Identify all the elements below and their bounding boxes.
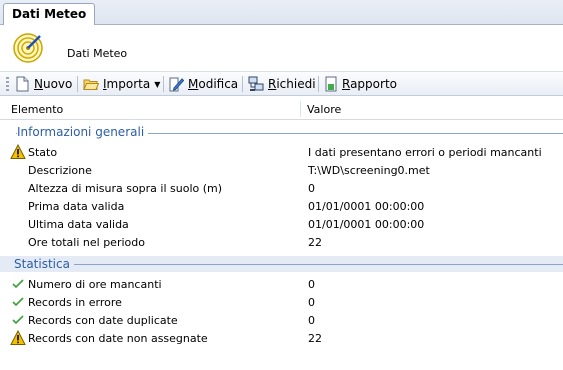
table-row[interactable]: Altezza di misura sopra il suolo (m) 0: [0, 179, 563, 197]
panel-header: Dati Meteo: [0, 25, 563, 71]
table-row[interactable]: Ultima data valida 01/01/0001 00:00:00: [0, 215, 563, 233]
row-value: 01/01/0001 00:00:00: [308, 218, 425, 231]
report-button-label: Rapporto: [342, 77, 397, 91]
edit-icon: [169, 77, 184, 92]
edit-button[interactable]: Modifica: [169, 75, 238, 93]
grid-column-header: Elemento Valore: [0, 98, 563, 120]
tab-strip: Dati Meteo: [0, 0, 563, 25]
column-header-value[interactable]: Valore: [307, 103, 341, 116]
toolbar-grip[interactable]: [6, 77, 9, 91]
row-name: Ultima data valida: [28, 218, 129, 231]
new-document-icon: [16, 76, 29, 92]
toolbar-separator: [77, 76, 78, 92]
request-button-label: Richiedi: [268, 77, 316, 91]
row-name: Records con date non assegnate: [28, 332, 208, 345]
new-button-label: Nuovo: [34, 77, 73, 91]
toolbar-separator: [163, 76, 164, 92]
folder-open-icon: [83, 79, 99, 90]
tab-dati-meteo[interactable]: Dati Meteo: [3, 3, 95, 25]
row-value: 22: [308, 236, 322, 249]
row-value: 0: [308, 278, 315, 291]
warning-icon: [10, 330, 26, 345]
chevron-down-icon[interactable]: ▼: [154, 80, 160, 89]
warning-icon: [10, 144, 26, 159]
new-button[interactable]: Nuovo: [15, 75, 72, 93]
network-request-icon: [248, 76, 264, 91]
group-title: Informazioni generali: [17, 125, 149, 139]
table-row[interactable]: Numero di ore mancanti 0: [0, 275, 563, 293]
row-value: 0: [308, 182, 315, 195]
table-row[interactable]: Prima data valida 01/01/0001 00:00:00: [0, 197, 563, 215]
row-name: Stato: [28, 146, 58, 159]
group-header-statistics[interactable]: Statistica: [0, 256, 563, 272]
row-name: Prima data valida: [28, 200, 125, 213]
row-value: I dati presentano errori o periodi manca…: [308, 146, 542, 159]
check-icon: [12, 297, 24, 307]
row-name: Altezza di misura sopra il suolo (m): [28, 182, 223, 195]
radar-target-icon: [13, 33, 43, 63]
table-row[interactable]: Ore totali nel periodo 22: [0, 233, 563, 251]
row-value: 01/01/0001 00:00:00: [308, 200, 425, 213]
table-row[interactable]: Records con date duplicate 0: [0, 311, 563, 329]
row-name: Ore totali nel periodo: [28, 236, 145, 249]
report-button[interactable]: Rapporto: [324, 75, 397, 93]
row-name: Records in errore: [28, 296, 122, 309]
row-name: Descrizione: [28, 164, 92, 177]
toolbar-separator: [318, 76, 319, 92]
row-value: 0: [308, 314, 315, 327]
column-divider[interactable]: [300, 101, 301, 117]
column-header-element[interactable]: Elemento: [11, 103, 63, 116]
edit-button-label: Modifica: [188, 77, 239, 91]
table-row[interactable]: Records con date non assegnate 22: [0, 329, 563, 347]
row-name: Numero di ore mancanti: [28, 278, 162, 291]
row-name: Records con date duplicate: [28, 314, 178, 327]
import-button-label: Importa: [103, 77, 151, 91]
table-row[interactable]: Records in errore 0: [0, 293, 563, 311]
group-divider-line: [16, 264, 563, 265]
report-icon: [325, 76, 337, 92]
request-button[interactable]: Richiedi: [248, 75, 316, 93]
toolbar-separator: [242, 76, 243, 92]
row-value: T:\WD\screening0.met: [308, 164, 430, 177]
row-value: 22: [308, 332, 322, 345]
check-icon: [12, 315, 24, 325]
table-row[interactable]: Stato I dati presentano errori o periodi…: [0, 143, 563, 161]
panel-title: Dati Meteo: [67, 47, 128, 60]
table-row[interactable]: Descrizione T:\WD\screening0.met: [0, 161, 563, 179]
row-value: 0: [308, 296, 315, 309]
check-icon: [12, 279, 24, 289]
import-button[interactable]: Importa ▼: [83, 75, 160, 93]
group-header-general[interactable]: Informazioni generali: [0, 124, 563, 140]
group-title: Statistica: [14, 257, 74, 271]
toolbar: Nuovo Importa ▼ Modifica Richiedi Rappor…: [0, 71, 563, 96]
